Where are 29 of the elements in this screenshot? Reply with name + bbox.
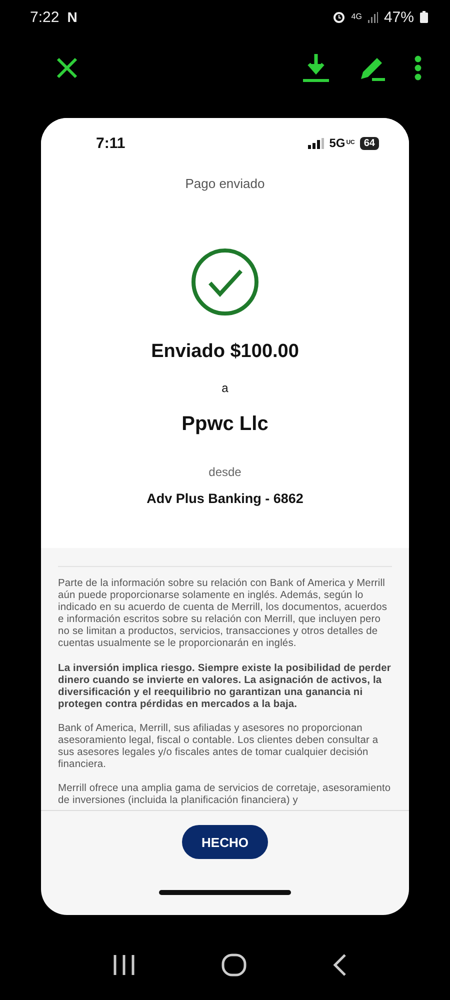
clock-time: 7:22 xyxy=(30,8,60,26)
recent-apps-button[interactable] xyxy=(113,954,135,976)
screen-title: Pago enviado xyxy=(185,176,265,191)
disclaimer-paragraph: Parte de la información sobre su relación con Bank of America y Merrill aún puede proporcionarse solamente en inglés. Además, según lo indicado en su acuerdo de cuenta de Merrill, los documentos, acuerdos e información escritos sobre su relación con Merrill, que incluyen pero no se limitan a productos, servicios, transacciones y otros detalles de cuentas usualmente se le proporcionarán en inglés. xyxy=(58,578,388,651)
network-label: 4G xyxy=(351,13,362,21)
success-check-icon xyxy=(191,248,259,316)
battery-level: 64 xyxy=(360,136,379,150)
notification-icon: N xyxy=(67,9,78,25)
account-name: Adv Plus Banking - 6862 xyxy=(146,491,304,506)
close-button[interactable] xyxy=(56,57,78,79)
disclaimer-paragraph: Bank of America, Merrill, sus afiliadas y asesores no proporcionan asesoramiento legal, fiscal o contable. Los clientes deben consultar a sus asesores legales y/o fiscales antes de tomar cualquier decisión financiera. xyxy=(58,722,380,772)
back-button[interactable] xyxy=(333,953,347,977)
download-button[interactable] xyxy=(302,53,330,83)
battery-percent: 47% xyxy=(384,8,414,26)
battery-icon xyxy=(420,11,428,23)
connector-text: a xyxy=(222,381,228,395)
more-button[interactable] xyxy=(414,55,422,81)
amount-sent: Enviado $100.00 xyxy=(151,341,299,363)
signal-icon xyxy=(368,12,378,22)
status-time: 7:11 xyxy=(96,134,126,152)
network-label: 5G xyxy=(329,136,346,150)
disclaimer-paragraph: Merrill ofrece una amplia gama de servicios de corretaje, asesoramiento de inversiones (incluida la planificación financiera) y xyxy=(58,783,392,808)
disclaimer-paragraph: La inversión implica riesgo. Siempre existe la posibilidad de perder dinero cuando se invierte en valores. La asignación de activos, la diversificación y el reequilibrio no garantizan una ganancia ni protegen contra pérdidas en mercados a la baja. xyxy=(58,662,392,711)
home-button[interactable] xyxy=(221,953,247,977)
from-label: desde xyxy=(208,465,242,479)
signal-icon xyxy=(308,138,324,148)
recipient-name: Ppwc Llc xyxy=(182,413,268,436)
done-button[interactable]: HECHO xyxy=(182,825,268,859)
alarm-icon xyxy=(333,11,346,23)
